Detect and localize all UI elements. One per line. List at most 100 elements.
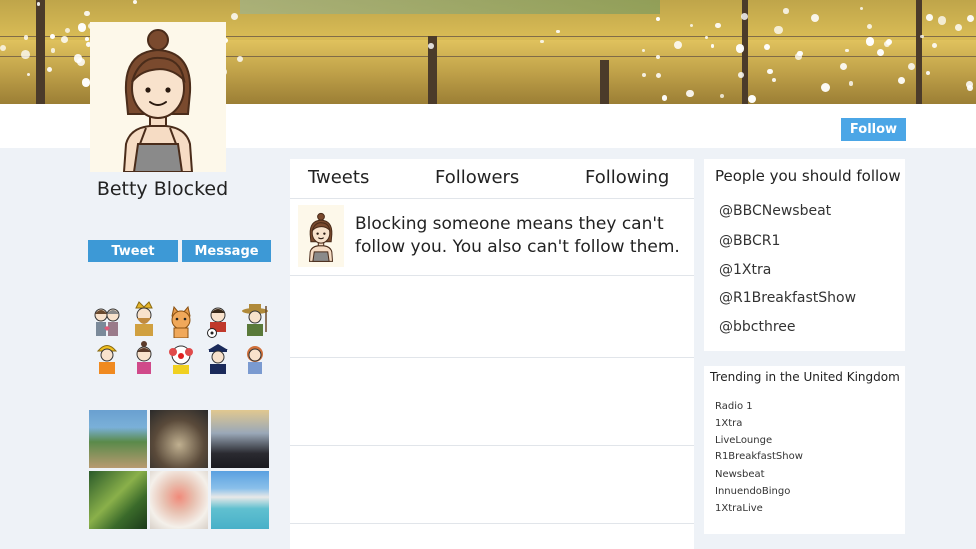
banner-sky (240, 0, 660, 14)
who-to-follow-panel: People you should follow @BBCNewsbeat @B… (704, 159, 905, 351)
banner-flower (844, 48, 849, 53)
banner-flower (661, 94, 668, 101)
banner-flower (655, 54, 660, 59)
photo-thumbnail[interactable] (89, 471, 147, 529)
main-feed: Tweets Followers Following Blocking some… (290, 159, 694, 549)
banner-fence-post (36, 0, 45, 104)
suggested-account[interactable]: @1Xtra (719, 262, 771, 278)
banner-flower (690, 24, 694, 28)
banner-flower (21, 50, 30, 60)
footballer-avatar-icon (207, 307, 226, 338)
farmer-avatar-icon (242, 304, 268, 336)
banner-flower (0, 44, 7, 51)
suggested-account[interactable]: @bbcthree (719, 319, 796, 335)
tweet-item[interactable]: Blocking someone means they can't follow… (290, 199, 694, 276)
banner-flower (236, 55, 243, 62)
message-button[interactable]: Message (182, 240, 271, 262)
tweet-item-empty (290, 276, 694, 358)
follower-avatar[interactable] (238, 302, 272, 336)
suggested-account[interactable]: @BBCNewsbeat (719, 203, 831, 219)
banner-flower (763, 43, 770, 50)
banner-flower (866, 24, 873, 30)
cat-avatar-icon (171, 305, 191, 339)
banner-flower (36, 2, 40, 6)
girl-avatar-icon (136, 341, 152, 374)
banner-flower (926, 14, 933, 21)
banner-flower (859, 6, 864, 11)
banner-flower (231, 12, 239, 21)
banner-flower (898, 77, 905, 85)
follower-avatar[interactable] (201, 304, 235, 338)
girl-avatar-icon (122, 29, 194, 173)
builder-avatar-icon (96, 345, 118, 374)
banner-flower (907, 62, 916, 70)
banner-flower (84, 10, 90, 17)
tweet-item-empty (290, 446, 694, 524)
banner-flower (848, 81, 854, 86)
profile-avatar (90, 22, 226, 173)
follower-avatar[interactable] (164, 340, 198, 374)
tab-following[interactable]: Following (585, 167, 669, 188)
trending-topic[interactable]: Newsbeat (715, 469, 765, 480)
tweet-text: Blocking someone means they can't follow… (355, 214, 680, 257)
banner-flower (655, 72, 661, 78)
photo-thumbnail[interactable] (211, 471, 269, 529)
couple-avatar-icon (94, 308, 120, 336)
banner-flower (655, 16, 661, 22)
photo-thumbnail[interactable] (89, 410, 147, 468)
banner-flower (767, 68, 773, 75)
banner-flower (428, 43, 434, 49)
banner-flower (704, 36, 708, 40)
clown-avatar-icon (169, 345, 193, 374)
redhead-avatar-icon (247, 346, 263, 374)
tab-followers[interactable]: Followers (435, 167, 519, 188)
banner-flower (740, 13, 748, 21)
photo-thumbnail[interactable] (211, 410, 269, 468)
banner-flower (966, 15, 974, 23)
banner-flower (937, 16, 946, 25)
photos-grid (88, 410, 272, 530)
banner-flower (46, 66, 52, 73)
followers-grid (88, 300, 272, 376)
trending-topic[interactable]: Radio 1 (715, 401, 753, 412)
who-to-follow-title: People you should follow (715, 167, 901, 185)
banner-flower (49, 33, 55, 40)
banner-flower (774, 25, 783, 35)
follower-avatar[interactable] (90, 304, 124, 338)
follower-avatar[interactable] (238, 340, 272, 374)
banner-fence-post (600, 60, 609, 104)
follower-avatar[interactable] (127, 340, 161, 374)
trending-topic[interactable]: R1BreakfastShow (715, 451, 803, 462)
trending-topic[interactable]: LiveLounge (715, 435, 772, 446)
banner-flower (966, 81, 973, 89)
photo-thumbnail[interactable] (150, 410, 208, 468)
banner-flower (738, 72, 744, 79)
girl-avatar-icon (308, 212, 334, 262)
banner-flower (954, 24, 962, 32)
banner-flower (556, 30, 560, 34)
trending-topic[interactable]: 1Xtra (715, 418, 742, 429)
banner-flower (810, 14, 819, 23)
banner-flower (920, 34, 924, 39)
banner-flower (50, 47, 56, 53)
king-avatar-icon (135, 301, 153, 336)
tweet-author-avatar[interactable] (298, 205, 344, 267)
photo-thumbnail[interactable] (150, 471, 208, 529)
follower-avatar[interactable] (90, 340, 124, 374)
follower-avatar[interactable] (127, 300, 161, 336)
trending-topic[interactable]: 1XtraLive (715, 503, 763, 514)
tab-tweets[interactable]: Tweets (308, 167, 369, 188)
follow-button[interactable]: Follow (841, 118, 906, 141)
trending-title: Trending in the United Kingdom (710, 370, 900, 384)
suggested-account[interactable]: @BBCR1 (719, 233, 780, 249)
suggested-account[interactable]: @R1BreakfastShow (719, 290, 856, 306)
follower-avatar[interactable] (201, 340, 235, 374)
banner-flower (771, 78, 776, 83)
banner-flower (714, 22, 721, 29)
follower-avatar[interactable] (164, 304, 198, 339)
police-avatar-icon (208, 344, 228, 374)
tweet-button[interactable]: Tweet (88, 240, 178, 262)
trending-topic[interactable]: InnuendoBingo (715, 486, 790, 497)
banner-flower (783, 8, 789, 14)
banner-flower (735, 44, 745, 53)
